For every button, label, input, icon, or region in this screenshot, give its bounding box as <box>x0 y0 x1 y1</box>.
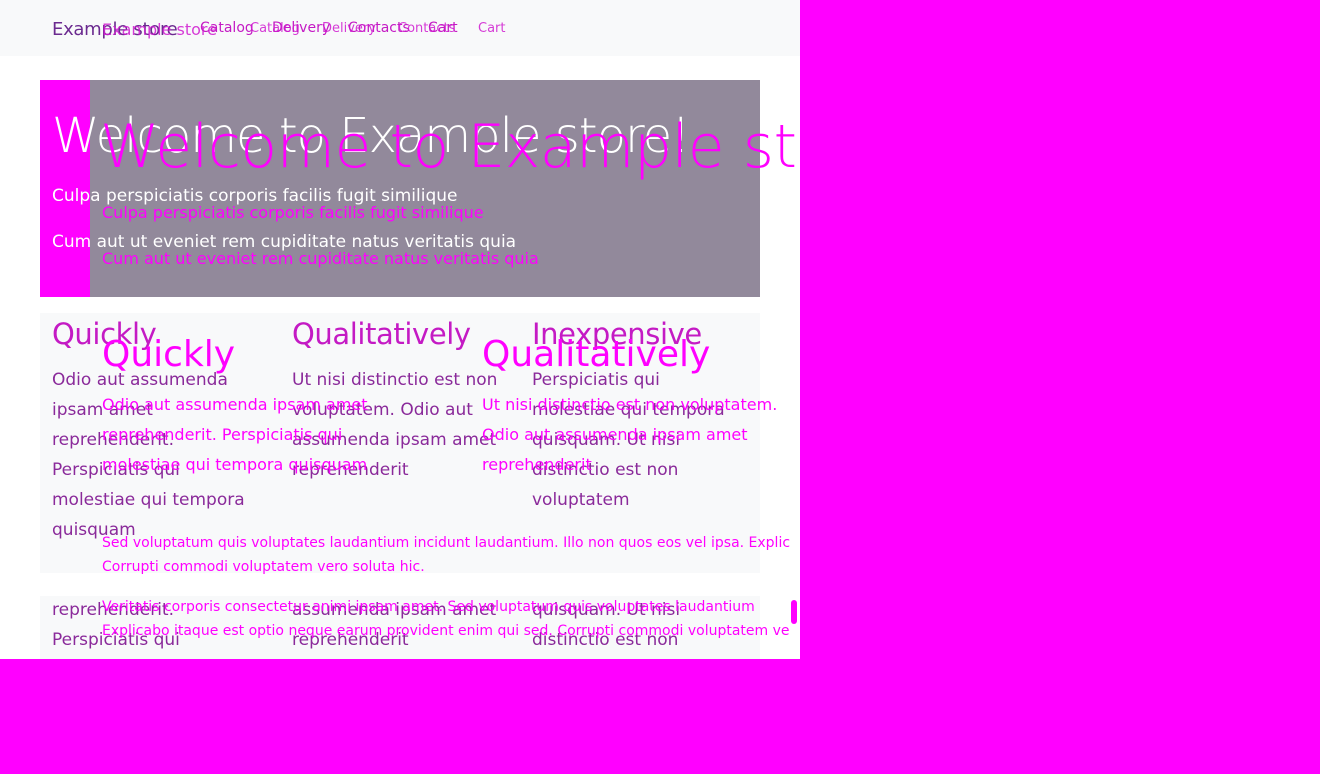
nav-catalog-ghost[interactable]: Catalog <box>250 21 300 36</box>
card-title-qualitatively: Qualitatively <box>292 317 471 351</box>
nav-delivery-ghost[interactable]: Delivery <box>322 21 376 36</box>
footer-text-3: Veritatis corporis consectetur animi ips… <box>102 599 755 615</box>
page-viewport: Example store Catalog Delivery Contacts … <box>0 0 800 659</box>
scrollbar-thumb[interactable] <box>791 600 797 624</box>
footer-text-1: Sed voluptatum quis voluptates laudantiu… <box>102 535 791 551</box>
footer-text-2: Corrupti commodi voluptatem vero soluta … <box>102 559 425 575</box>
hero-title-ghost: Welcome to Example store <box>100 112 800 182</box>
card-title-qualitatively-ghost: Qualitatively <box>482 334 711 375</box>
card-body-qualitatively-ghost: Ut nisi distinctio est non voluptatem. O… <box>482 395 778 474</box>
footer-text-4: Explicabo itaque est optio neque earum p… <box>102 623 790 639</box>
nav-cart-ghost[interactable]: Cart <box>478 21 506 36</box>
nav-contacts-ghost[interactable]: Contacts <box>398 21 455 36</box>
hero-subtitle-1-ghost: Culpa perspiciatis corporis facilis fugi… <box>102 203 484 222</box>
card-body-quickly-ghost: Odio aut assumenda ipsam amet reprehende… <box>102 395 368 474</box>
brand-link-ghost[interactable]: Example store <box>102 20 217 39</box>
card-title-quickly-ghost: Quickly <box>102 334 236 375</box>
hero-subtitle-2-ghost: Cum aut ut eveniet rem cupiditate natus … <box>102 249 539 268</box>
